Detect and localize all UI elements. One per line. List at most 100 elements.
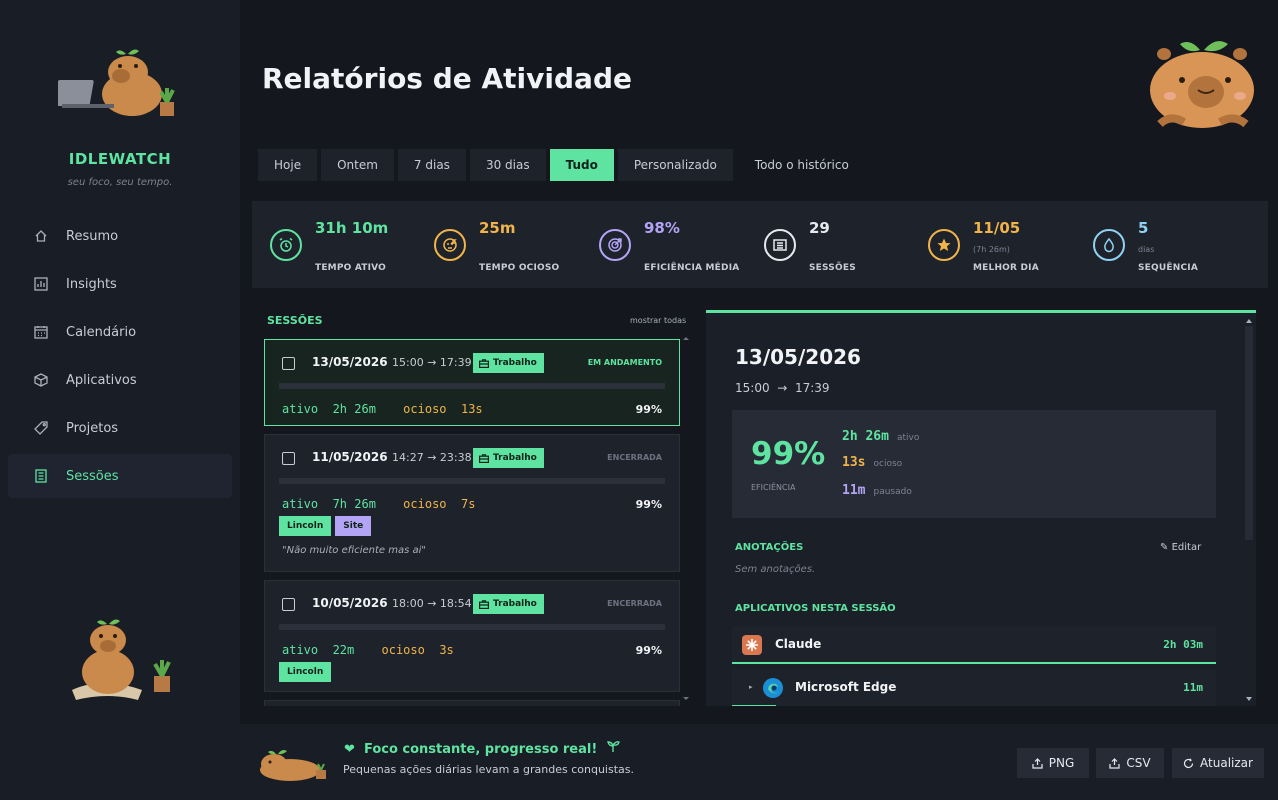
sprout-icon bbox=[607, 741, 621, 752]
tab-ontem[interactable]: Ontem bbox=[321, 149, 394, 181]
project-tag[interactable]: Lincoln bbox=[279, 662, 332, 682]
detail-efficiency: 99% bbox=[751, 436, 826, 472]
stat-label: TEMPO ATIVO bbox=[315, 263, 387, 273]
session-card[interactable]: 10/05/2026 18:00 → 18:54 Trabalho ENCERR… bbox=[264, 580, 680, 692]
edit-notes-button[interactable]: ✎ Editar bbox=[1160, 542, 1201, 553]
sidebar-item-label: Insights bbox=[66, 276, 117, 292]
sessions-scrollbar[interactable] bbox=[682, 336, 690, 706]
session-metrics: ativo 22m ocioso 3s bbox=[282, 643, 454, 657]
sidebar-item-projetos[interactable]: Projetos bbox=[8, 406, 232, 450]
detail-paused-value: 11m bbox=[842, 483, 866, 498]
sidebar-item-resumo[interactable]: Resumo bbox=[8, 214, 232, 258]
footer-title-text: Foco constante, progresso real! bbox=[363, 742, 598, 757]
tab-30-dias[interactable]: 30 dias bbox=[469, 149, 546, 181]
sidebar-item-insights[interactable]: Insights bbox=[8, 262, 232, 306]
detail-active-label: ativo bbox=[896, 433, 920, 443]
stat-value: 5 bbox=[1138, 219, 1149, 237]
show-all-link[interactable]: mostrar todas bbox=[630, 316, 686, 325]
tab-todo-historico[interactable]: Todo o histórico bbox=[737, 149, 865, 181]
category-label: Trabalho bbox=[493, 453, 537, 463]
sidebar-item-aplicativos[interactable]: Aplicativos bbox=[8, 358, 232, 402]
scroll-down-icon bbox=[683, 697, 689, 700]
star-icon bbox=[928, 229, 960, 261]
sidebar-nav: Resumo Insights Calendário Aplicativos P… bbox=[8, 214, 232, 502]
brand-tagline: seu foco, seu tempo. bbox=[67, 177, 173, 188]
stat-sub: (7h 26m) bbox=[973, 245, 1010, 254]
app-usage-bar bbox=[732, 705, 776, 706]
app-row[interactable]: ▸ Microsoft Edge 11m bbox=[732, 669, 1216, 706]
sidebar-item-label: Resumo bbox=[66, 228, 119, 244]
briefcase-icon bbox=[479, 453, 489, 463]
expand-arrow-icon[interactable]: ▸ bbox=[749, 683, 753, 691]
session-tags: Lincoln bbox=[279, 662, 332, 682]
session-checkbox[interactable] bbox=[282, 598, 295, 611]
project-tag[interactable]: Lincoln bbox=[279, 516, 332, 536]
session-detail-panel: 13/05/2026 15:00 → 17:39 99% EFICIÊNCIA … bbox=[706, 310, 1256, 706]
footer-bar: ❤ Foco constante, progresso real! Pequen… bbox=[240, 724, 1278, 800]
category-badge: Trabalho bbox=[473, 448, 544, 468]
cube-icon bbox=[32, 371, 50, 389]
detail-idle: 13s ocioso bbox=[842, 455, 902, 470]
detail-time-start: 15:00 bbox=[735, 381, 770, 395]
sidebar-item-label: Calendário bbox=[66, 324, 137, 340]
active-label: ativo bbox=[282, 643, 319, 657]
session-date: 10/05/2026 bbox=[312, 596, 388, 610]
session-status: ENCERRADA bbox=[607, 599, 662, 608]
session-checkbox[interactable] bbox=[282, 357, 295, 370]
refresh-button[interactable]: Atualizar bbox=[1172, 748, 1264, 778]
idle-label: ocioso bbox=[403, 497, 447, 511]
apps-heading: APLICATIVOS NESTA SESSÃO bbox=[735, 603, 896, 614]
session-time: 14:27 → 23:38 bbox=[392, 451, 472, 464]
tab-hoje[interactable]: Hoje bbox=[258, 149, 318, 181]
drop-icon bbox=[1093, 229, 1125, 261]
stat-eficiencia-media: 98% EFICIÊNCIA MÉDIA bbox=[581, 201, 746, 288]
session-checkbox[interactable] bbox=[282, 452, 295, 465]
stat-label: MELHOR DIA bbox=[973, 263, 1039, 273]
detail-paused: 11m pausado bbox=[842, 483, 912, 498]
tab-personalizado[interactable]: Personalizado bbox=[617, 149, 733, 181]
tab-7-dias[interactable]: 7 dias bbox=[397, 149, 466, 181]
detail-time: 15:00 → 17:39 bbox=[735, 381, 830, 395]
export-csv-button[interactable]: CSV bbox=[1096, 748, 1164, 778]
stat-sequencia: 5 dias SEQUÊNCIA bbox=[1075, 201, 1240, 288]
alarm-clock-icon bbox=[270, 229, 302, 261]
sidebar-item-sessoes[interactable]: Sessões bbox=[8, 454, 232, 498]
stat-tempo-ocioso: 25m TEMPO OCIOSO bbox=[416, 201, 581, 288]
session-card[interactable]: 13/05/2026 15:00 → 17:39 Trabalho EM AND… bbox=[264, 339, 680, 426]
export-png-button[interactable]: PNG bbox=[1017, 748, 1089, 778]
app-time: 2h 03m bbox=[1163, 638, 1203, 651]
session-efficiency: 99% bbox=[635, 498, 662, 511]
tab-tudo[interactable]: Tudo bbox=[549, 149, 614, 181]
heart-icon: ❤ bbox=[344, 742, 355, 757]
active-label: ativo bbox=[282, 402, 319, 416]
active-value: 2h 26m bbox=[332, 402, 376, 416]
category-label: Trabalho bbox=[493, 358, 537, 368]
detail-time-end: 17:39 bbox=[794, 381, 830, 395]
sidebar-item-calendario[interactable]: Calendário bbox=[8, 310, 232, 354]
app-time: 11m bbox=[1183, 681, 1203, 694]
notes-empty: Sem anotações. bbox=[735, 564, 816, 575]
sidebar-item-label: Projetos bbox=[66, 420, 119, 436]
refresh-icon bbox=[1183, 757, 1194, 768]
stat-tempo-ativo: 31h 10m TEMPO ATIVO bbox=[252, 201, 417, 288]
detail-paused-label: pausado bbox=[873, 487, 912, 497]
stat-value: 11/05 bbox=[973, 219, 1021, 237]
session-status: EM ANDAMENTO bbox=[587, 358, 662, 367]
session-card-partial bbox=[264, 700, 680, 706]
scroll-down-icon bbox=[1246, 697, 1252, 701]
footer-subtitle: Pequenas ações diárias levam a grandes c… bbox=[343, 763, 635, 776]
idle-label: ocioso bbox=[403, 402, 447, 416]
idle-value: 7s bbox=[460, 497, 476, 511]
efficiency-card: 99% EFICIÊNCIA 2h 26m ativo 13s ocioso 11m… bbox=[732, 410, 1216, 518]
export-icon bbox=[1109, 757, 1120, 769]
capybara-sitting-illustration bbox=[72, 619, 171, 700]
stat-label: TEMPO OCIOSO bbox=[479, 263, 560, 273]
session-efficiency: 99% bbox=[635, 644, 662, 657]
sleep-face-icon bbox=[434, 229, 466, 261]
idle-label: ocioso bbox=[381, 643, 425, 657]
detail-scrollbar[interactable] bbox=[1243, 314, 1255, 706]
app-name: Claude bbox=[775, 637, 822, 651]
session-card[interactable]: 11/05/2026 14:27 → 23:38 Trabalho ENCERR… bbox=[264, 434, 680, 572]
project-tag[interactable]: Site bbox=[335, 516, 372, 536]
app-row[interactable]: Claude 2h 03m bbox=[732, 626, 1216, 664]
